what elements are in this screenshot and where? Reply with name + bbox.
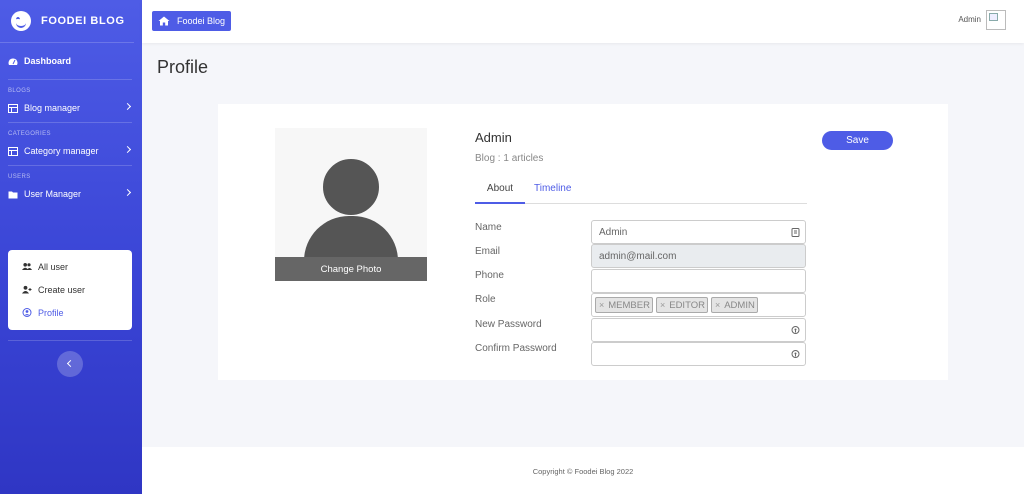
sidebar: FOODEI BLOG Dashboard BLOGS Blog manager…: [0, 0, 142, 494]
key-icon: [791, 326, 800, 334]
role-select[interactable]: × MEMBER × EDITOR × ADMIN: [591, 293, 806, 317]
submenu-item-profile[interactable]: Profile: [8, 301, 132, 324]
role-label: Role: [475, 294, 496, 305]
brand[interactable]: FOODEI BLOG: [0, 0, 134, 43]
role-tag: × EDITOR: [655, 297, 708, 313]
smiley-logo-icon: [11, 11, 31, 31]
email-field[interactable]: admin@mail.com: [591, 244, 806, 268]
avatar[interactable]: [986, 10, 1006, 30]
email-label: Email: [475, 246, 501, 257]
sidebar-item-user-manager[interactable]: User Manager: [0, 180, 142, 208]
sidebar-item-label: User Manager: [24, 189, 82, 199]
new-password-field[interactable]: [591, 318, 806, 342]
tab-timeline[interactable]: Timeline: [534, 183, 571, 204]
submenu-item-label: All user: [38, 261, 69, 272]
sidebar-collapse-button[interactable]: [57, 351, 83, 377]
profile-tabs: About Timeline: [475, 180, 807, 204]
sidebar-item-dashboard[interactable]: Dashboard: [0, 43, 142, 79]
home-breadcrumb-label: Foodei Blog: [177, 16, 226, 26]
confirm-password-label: Confirm Password: [475, 343, 557, 354]
tab-about[interactable]: About: [475, 183, 525, 204]
user-circle-icon: [22, 308, 32, 317]
page-title: Profile: [157, 57, 209, 77]
profile-name: Admin: [475, 130, 512, 145]
divider: [8, 340, 132, 341]
name-label: Name: [475, 222, 502, 233]
avatar-placeholder-head: [320, 156, 382, 218]
profile-card: Change Photo Admin Blog : 1 articles Sav…: [218, 104, 948, 380]
chevron-right-icon: [123, 102, 132, 111]
submenu-item-label: Profile: [38, 307, 64, 318]
confirm-password-field[interactable]: [591, 342, 806, 366]
user-plus-icon: [22, 285, 32, 294]
sidebar-item-label: Dashboard: [24, 56, 72, 66]
save-button[interactable]: Save: [822, 131, 893, 150]
table-icon: [8, 146, 18, 156]
submenu-item-all-user[interactable]: All user: [8, 255, 132, 278]
contact-card-icon: [791, 228, 800, 237]
phone-field[interactable]: [591, 269, 806, 293]
users-icon: [22, 263, 32, 270]
user-name-label[interactable]: Admin: [958, 15, 981, 24]
new-password-label: New Password: [475, 319, 542, 330]
submenu-item-create-user[interactable]: Create user: [8, 278, 132, 301]
remove-tag-icon[interactable]: ×: [660, 300, 665, 310]
user-manager-submenu: All user Create user Profile: [8, 250, 132, 330]
avatar-placeholder-body: [304, 216, 398, 261]
chevron-right-icon: [123, 145, 132, 154]
sidebar-section-heading: USERS: [8, 174, 31, 180]
role-tag-label: ADMIN: [724, 299, 755, 311]
copyright-text: Copyright © Foodei Blog 2022: [532, 467, 634, 476]
submenu-item-label: Create user: [38, 284, 86, 295]
remove-tag-icon[interactable]: ×: [715, 300, 720, 310]
dashboard-icon: [8, 57, 18, 65]
role-tag: × ADMIN: [710, 297, 758, 313]
sidebar-item-blog-manager[interactable]: Blog manager: [0, 94, 142, 122]
role-tag-label: EDITOR: [669, 299, 705, 311]
email-value: admin@mail.com: [599, 250, 677, 262]
sidebar-section-heading: CATEGORIES: [8, 131, 51, 137]
footer: Copyright © Foodei Blog 2022: [142, 447, 1024, 494]
remove-tag-icon[interactable]: ×: [599, 300, 604, 310]
role-tag-label: MEMBER: [608, 299, 650, 311]
change-photo-button[interactable]: Change Photo: [275, 257, 427, 281]
phone-label: Phone: [475, 270, 504, 281]
topbar: Foodei Blog Admin: [142, 0, 1024, 43]
folder-icon: [8, 191, 18, 198]
role-tag: × MEMBER: [595, 297, 653, 313]
key-icon: [791, 350, 800, 358]
name-value: Admin: [599, 226, 628, 238]
profile-subtitle: Blog : 1 articles: [475, 153, 544, 164]
sidebar-item-label: Category manager: [24, 146, 99, 156]
name-field[interactable]: Admin: [591, 220, 806, 244]
chevron-right-icon: [123, 188, 132, 197]
table-icon: [8, 103, 18, 113]
sidebar-item-label: Blog manager: [24, 103, 81, 113]
brand-name: FOODEI BLOG: [41, 15, 125, 27]
home-icon: [158, 16, 170, 26]
sidebar-section-heading: BLOGS: [8, 88, 31, 94]
sidebar-item-category-manager[interactable]: Category manager: [0, 137, 142, 165]
home-breadcrumb-button[interactable]: Foodei Blog: [152, 11, 232, 31]
